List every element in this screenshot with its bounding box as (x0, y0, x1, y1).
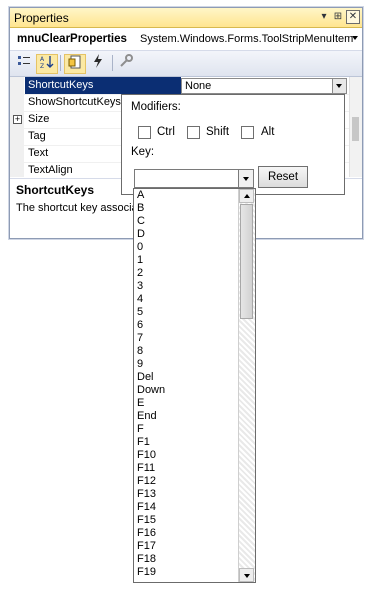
properties-icon[interactable] (64, 54, 86, 74)
key-list-item[interactable]: F12 (134, 475, 239, 488)
shift-label: Shift (206, 126, 230, 138)
key-list-item[interactable]: F18 (134, 553, 239, 566)
categorized-icon[interactable] (14, 54, 34, 72)
toolbar-separator (60, 55, 61, 71)
scroll-up-icon[interactable] (239, 189, 254, 203)
svg-text:A: A (40, 56, 45, 63)
key-list-item[interactable]: Down (134, 384, 239, 397)
ctrl-checkbox[interactable] (138, 126, 151, 139)
shortcutkeys-value: None (185, 80, 212, 92)
key-list-item[interactable]: 6 (134, 319, 239, 332)
chevron-down-icon[interactable] (332, 79, 346, 93)
object-name: mnuClearProperties (17, 33, 127, 45)
reset-button[interactable]: Reset (258, 166, 308, 188)
shortcutkeys-value-dropdown[interactable]: None (181, 78, 347, 94)
alt-label: Alt (261, 126, 275, 138)
toolbar-separator (112, 55, 113, 71)
key-list-item[interactable]: F14 (134, 501, 239, 514)
close-icon[interactable]: ✕ (346, 10, 360, 24)
expand-icon[interactable]: + (13, 115, 22, 124)
key-list-item[interactable]: F15 (134, 514, 239, 527)
key-list-item[interactable]: B (134, 202, 239, 215)
row-margin (10, 162, 24, 177)
window-title: Properties (14, 11, 69, 25)
row-margin (10, 77, 24, 94)
key-list-item[interactable]: End (134, 410, 239, 423)
key-list-item[interactable]: 0 (134, 241, 239, 254)
row-margin (10, 94, 24, 111)
key-list-item[interactable]: 9 (134, 358, 239, 371)
description-text: The shortcut key associa (16, 202, 138, 214)
key-list-item[interactable]: F10 (134, 449, 239, 462)
shift-checkbox[interactable] (187, 126, 200, 139)
object-type: System.Windows.Forms.ToolStripMenuItem (140, 33, 354, 45)
scrollbar-thumb[interactable] (352, 117, 359, 141)
properties-toolbar: AZ (10, 51, 362, 77)
scroll-down-icon[interactable] (239, 568, 254, 582)
key-list-items: A B C D 0 1 2 3 4 5 6 7 8 9 Del Down E End F F1 F10 F11 F12 F13… (134, 189, 239, 579)
title-bar: Properties ▾ ⊞ ✕ (10, 8, 362, 28)
scrollbar-thumb[interactable] (240, 204, 253, 319)
key-list-item[interactable]: A (134, 189, 239, 202)
key-list-item[interactable]: Del (134, 371, 239, 384)
key-list-item[interactable]: 8 (134, 345, 239, 358)
pin-icon[interactable]: ⊞ (332, 11, 344, 23)
description-title: ShortcutKeys (16, 183, 95, 197)
key-combobox[interactable] (134, 169, 254, 188)
key-list-item[interactable]: F (134, 423, 239, 436)
chevron-down-icon[interactable] (352, 36, 358, 40)
key-list-item[interactable]: 1 (134, 254, 239, 267)
key-list-item[interactable]: 2 (134, 267, 239, 280)
key-label: Key: (131, 146, 155, 158)
property-name: ShortcutKeys (25, 77, 181, 94)
shortcut-editor-popup: Modifiers: Ctrl Shift Alt Key: Reset (121, 94, 345, 195)
object-selector[interactable]: mnuClearProperties System.Windows.Forms.… (10, 28, 362, 51)
key-list-item[interactable]: E (134, 397, 239, 410)
key-list-item[interactable]: 3 (134, 280, 239, 293)
row-margin (10, 128, 24, 145)
key-list-item[interactable]: F11 (134, 462, 239, 475)
key-list-item[interactable]: C (134, 215, 239, 228)
key-list-item[interactable]: F13 (134, 488, 239, 501)
key-list-scrollbar[interactable] (238, 189, 255, 582)
key-dropdown-list: A B C D 0 1 2 3 4 5 6 7 8 9 Del Down E End F F1 F10 F11 F12 F13… (133, 188, 256, 583)
key-list-item[interactable]: F19 (134, 566, 239, 579)
events-icon[interactable] (88, 54, 108, 72)
chevron-down-icon[interactable] (238, 170, 253, 187)
key-list-item[interactable]: 5 (134, 306, 239, 319)
svg-text:Z: Z (40, 63, 44, 69)
key-list-item[interactable]: F16 (134, 527, 239, 540)
key-list-item[interactable]: F1 (134, 436, 239, 449)
alphabetical-icon[interactable]: AZ (36, 54, 58, 74)
alt-checkbox[interactable] (241, 126, 254, 139)
row-margin (10, 145, 24, 162)
key-list-item[interactable]: 7 (134, 332, 239, 345)
key-list-item[interactable]: D (134, 228, 239, 241)
key-list-item[interactable]: 4 (134, 293, 239, 306)
modifiers-label: Modifiers: (131, 101, 181, 113)
grid-scrollbar[interactable] (349, 77, 362, 177)
key-list-item[interactable]: F17 (134, 540, 239, 553)
property-pages-icon[interactable] (116, 54, 136, 72)
dropdown-icon[interactable]: ▾ (318, 11, 330, 23)
ctrl-label: Ctrl (157, 126, 175, 138)
